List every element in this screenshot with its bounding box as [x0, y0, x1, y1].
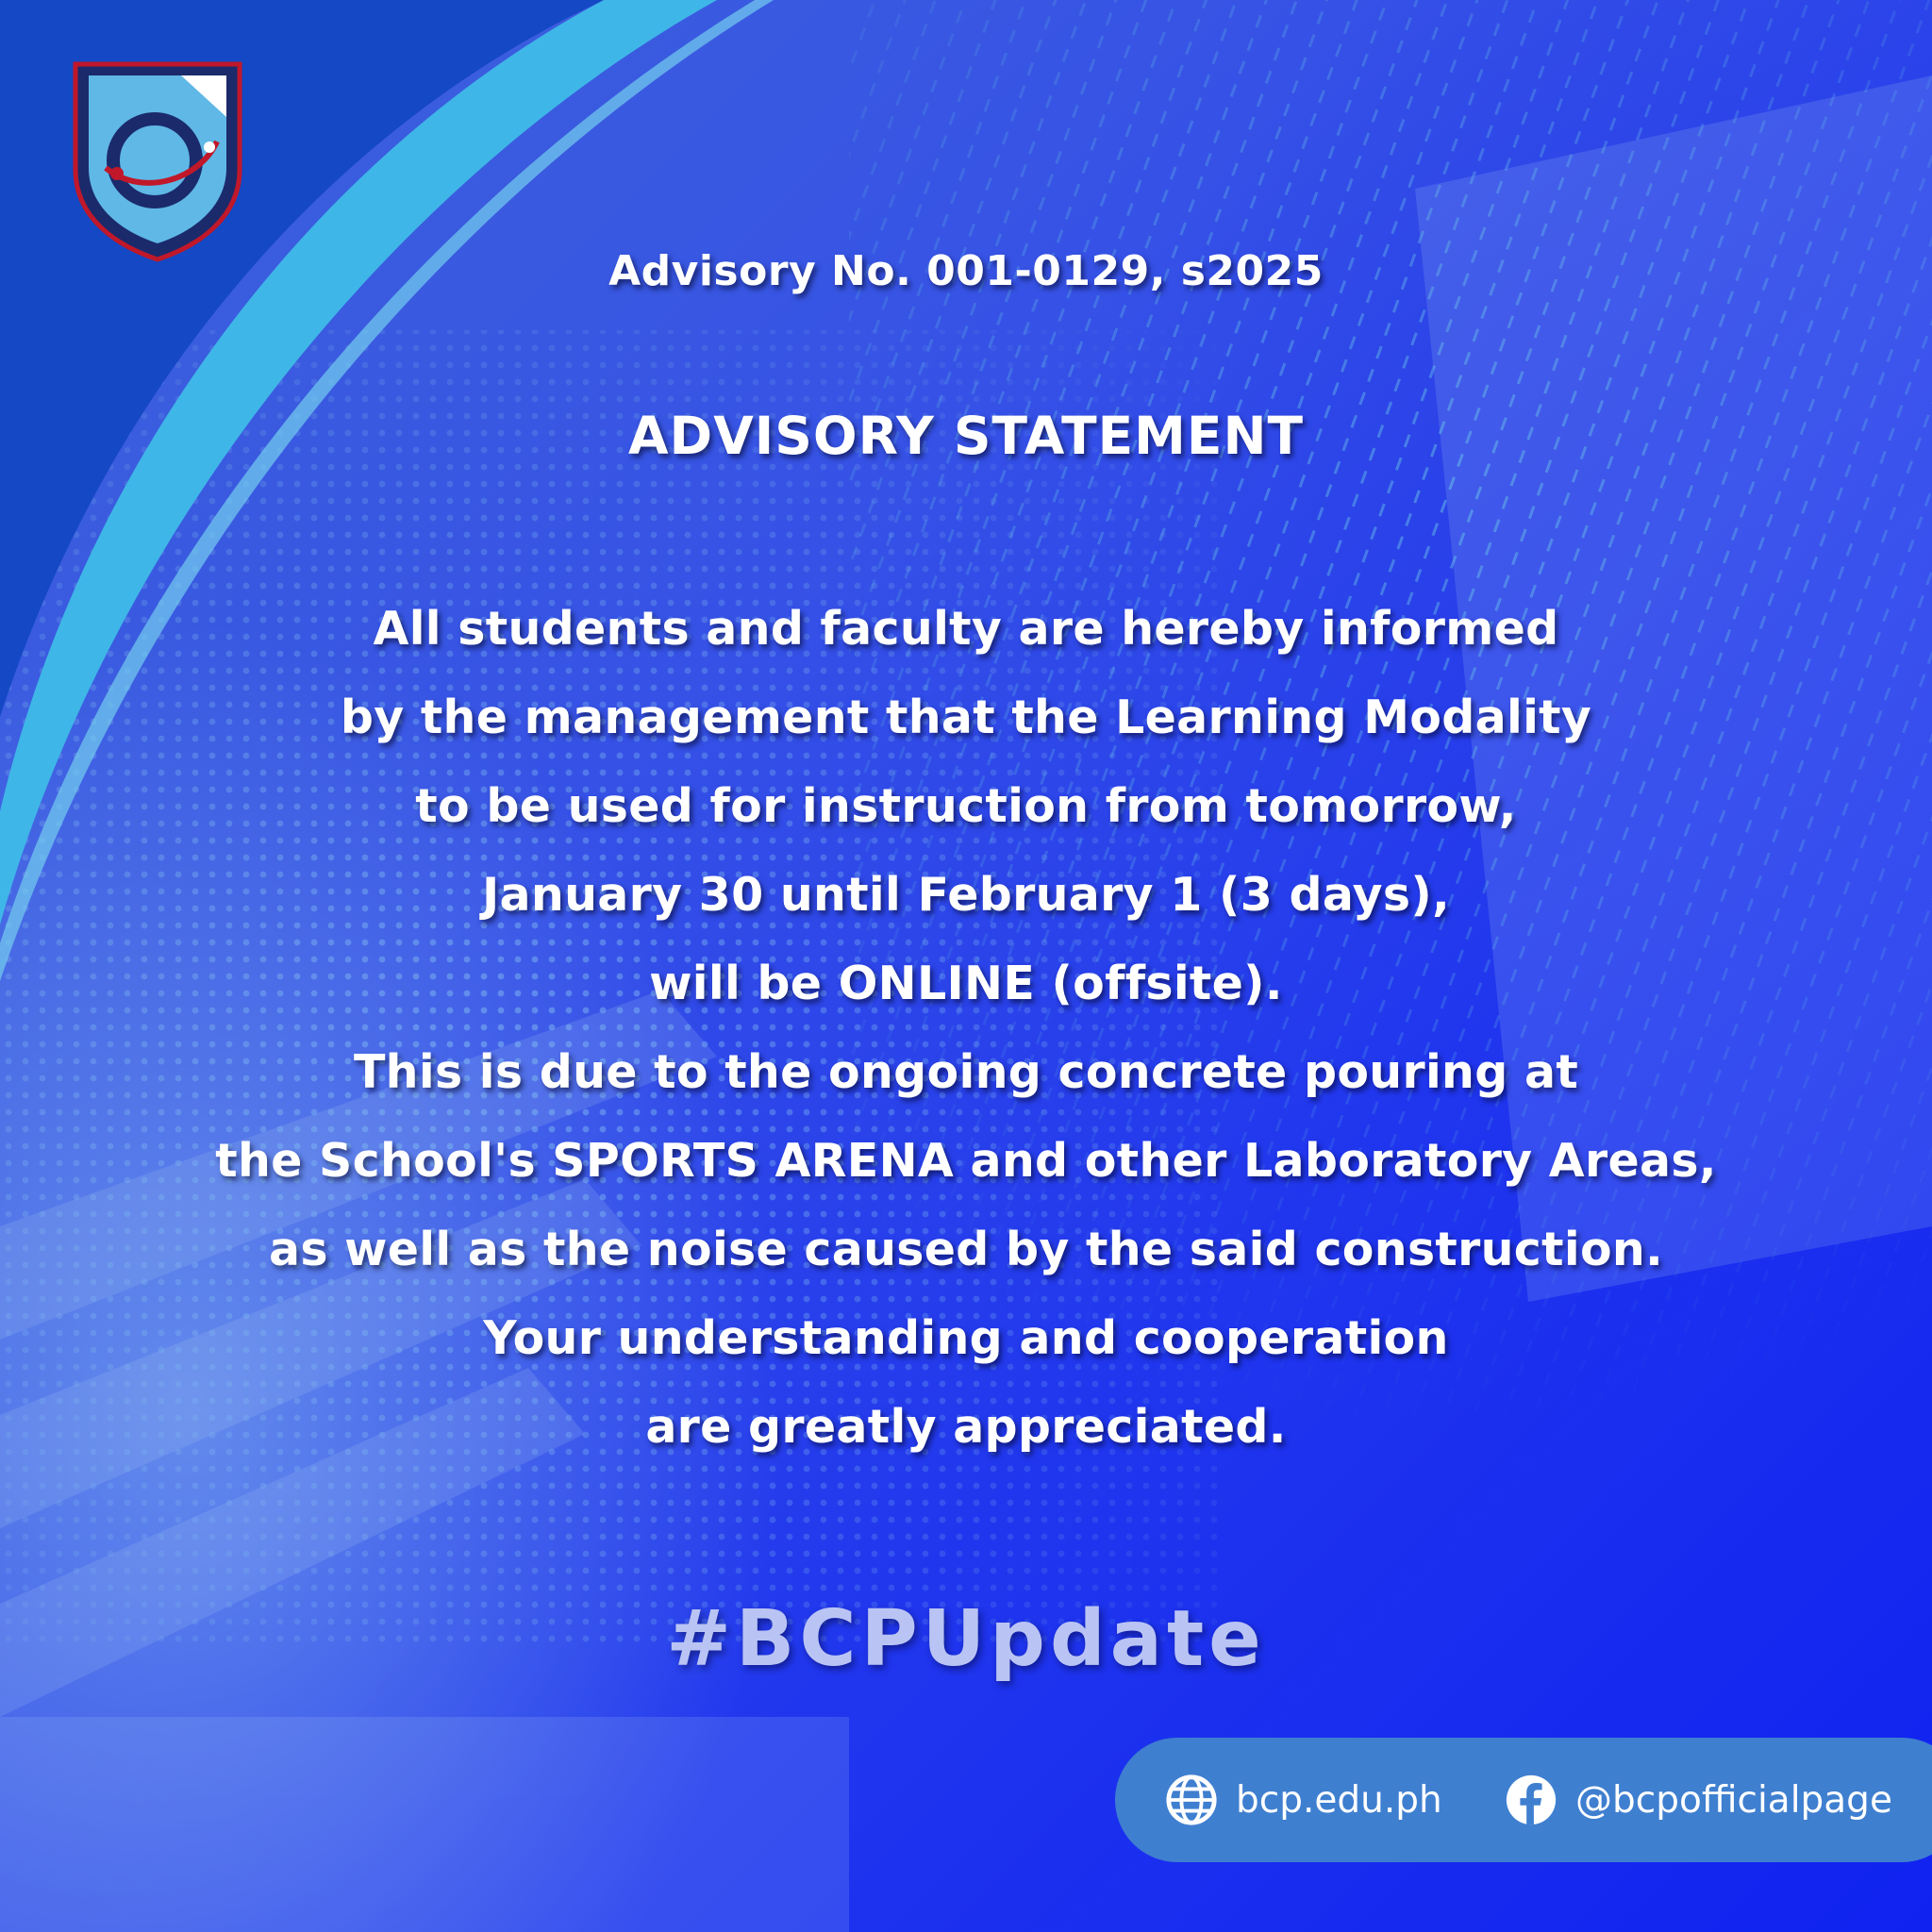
- hashtag: #BCPUpdate: [666, 1594, 1266, 1684]
- advisory-number: Advisory No. 001-0129, s2025: [608, 247, 1324, 295]
- body-line: All students and faculty are hereby info…: [373, 602, 1559, 656]
- body-line: the School's SPORTS ARENA and other Labo…: [215, 1134, 1717, 1188]
- body-line: as well as the noise caused by the said …: [268, 1223, 1664, 1276]
- website-label: bcp.edu.ph: [1236, 1778, 1442, 1822]
- facebook-link[interactable]: @bcpofficialpage: [1504, 1770, 1892, 1830]
- globe-icon: [1166, 1774, 1217, 1825]
- facebook-icon: [1506, 1774, 1557, 1825]
- body-line: are greatly appreciated.: [645, 1400, 1287, 1454]
- body-line: will be ONLINE (offsite).: [649, 957, 1283, 1010]
- facebook-label: @bcpofficialpage: [1575, 1778, 1892, 1822]
- advisory-body: All students and faculty are hereby info…: [0, 585, 1932, 1472]
- body-line: January 30 until February 1 (3 days),: [481, 868, 1450, 922]
- advisory-title: ADVISORY STATEMENT: [627, 406, 1305, 466]
- body-line: This is due to the ongoing concrete pour…: [353, 1045, 1579, 1099]
- body-line: by the management that the Learning Moda…: [340, 691, 1592, 744]
- body-line: to be used for instruction from tomorrow…: [415, 779, 1517, 833]
- website-link[interactable]: bcp.edu.ph: [1164, 1770, 1442, 1830]
- body-line: Your understanding and cooperation: [483, 1311, 1449, 1365]
